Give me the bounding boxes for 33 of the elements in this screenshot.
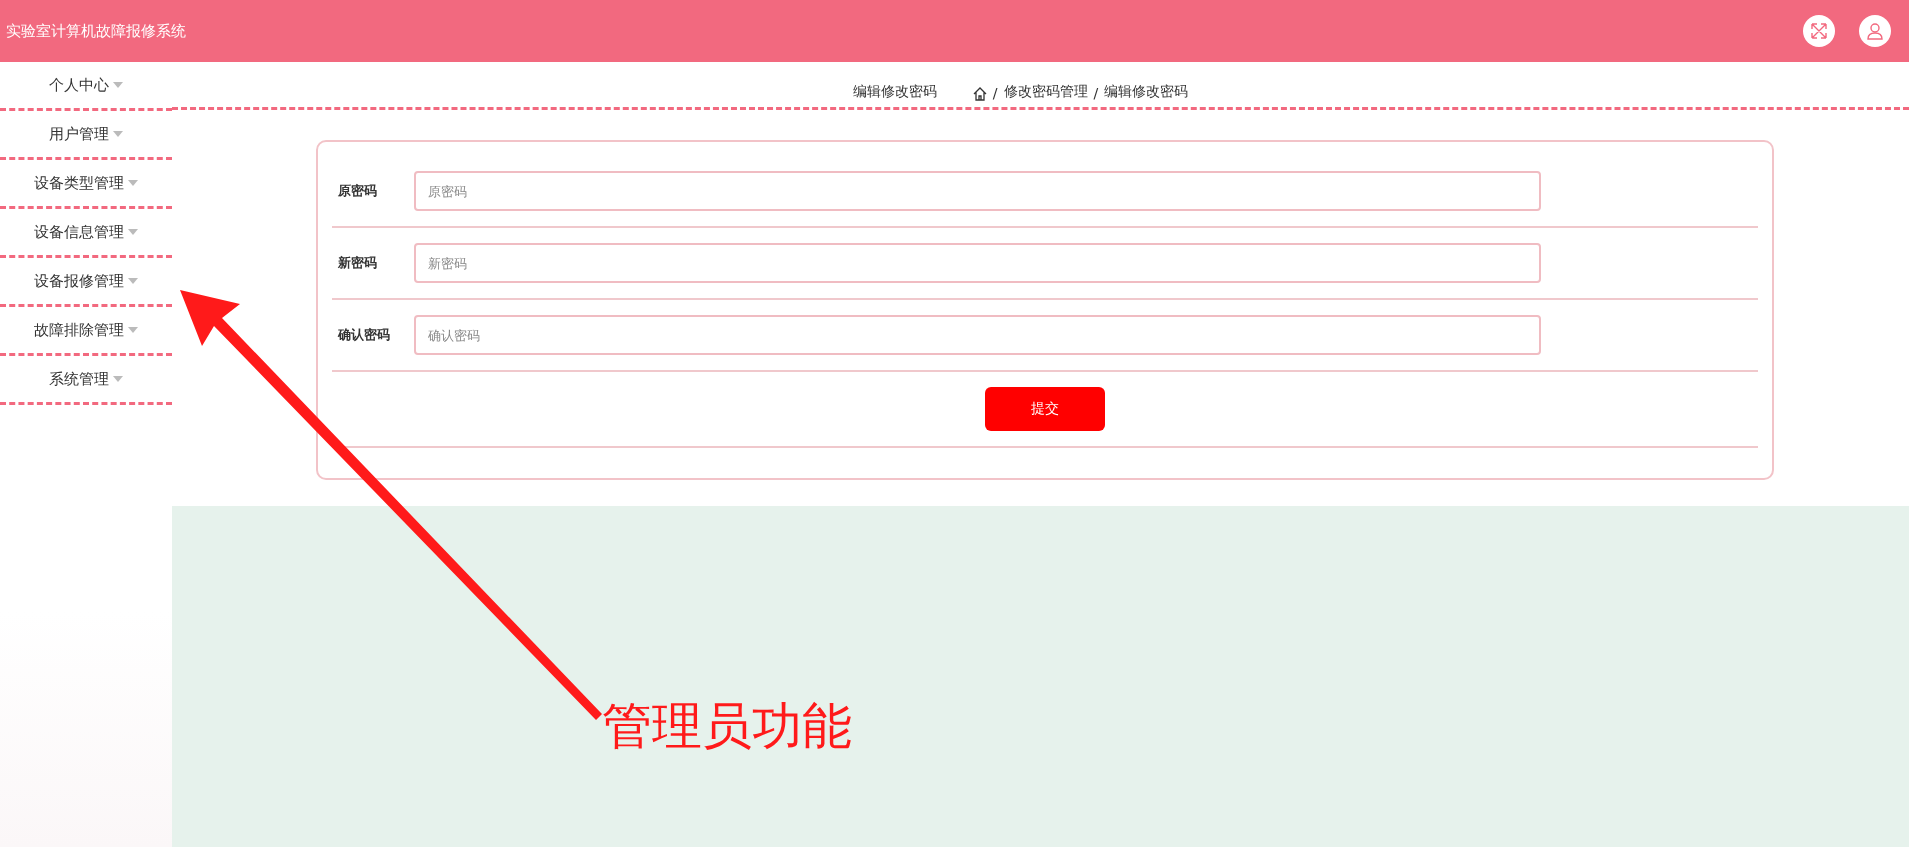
sidebar-item[interactable]: 设备信息管理 [0, 209, 172, 258]
breadcrumb-separator: / [992, 85, 998, 101]
caret-icon [113, 376, 123, 382]
app-title: 实验室计算机故障报修系统 [6, 21, 187, 41]
caret-icon [113, 82, 123, 88]
submit-button[interactable]: 提交 [985, 387, 1105, 431]
home-icon[interactable] [972, 87, 987, 101]
fullscreen-button[interactable] [1803, 15, 1835, 47]
user-icon [1866, 22, 1884, 40]
sidebar-item[interactable]: 个人中心 [0, 62, 172, 111]
user-button[interactable] [1859, 15, 1891, 47]
breadcrumb-link[interactable]: 编辑修改密码 [1104, 83, 1189, 101]
sidebar-item[interactable]: 用户管理 [0, 111, 172, 160]
field-label: 确认密码 [336, 326, 391, 344]
field-label: 新密码 [337, 254, 378, 272]
sidebar-item[interactable]: 系统管理 [0, 356, 172, 405]
caret-icon [128, 229, 138, 235]
caret-icon [128, 327, 138, 333]
breadcrumb-link[interactable]: 修改密码管理 [1003, 83, 1088, 101]
page-title: 编辑修改密码 [852, 83, 937, 101]
password-field[interactable]: 新密码 [414, 243, 1541, 283]
caret-icon [113, 131, 123, 137]
password-field[interactable]: 原密码 [414, 171, 1541, 211]
caret-icon [128, 278, 138, 284]
sidebar-item[interactable]: 故障排除管理 [0, 307, 172, 356]
sidebar-item[interactable]: 设备报修管理 [0, 258, 172, 307]
caret-icon [128, 180, 138, 186]
breadcrumb-separator: / [1093, 85, 1099, 101]
annotation-text: 管理员功能 [602, 696, 852, 756]
field-label: 原密码 [337, 182, 378, 200]
sidebar-item[interactable]: 设备类型管理 [0, 160, 172, 209]
expand-icon [1810, 22, 1828, 40]
password-field[interactable]: 确认密码 [414, 315, 1541, 355]
